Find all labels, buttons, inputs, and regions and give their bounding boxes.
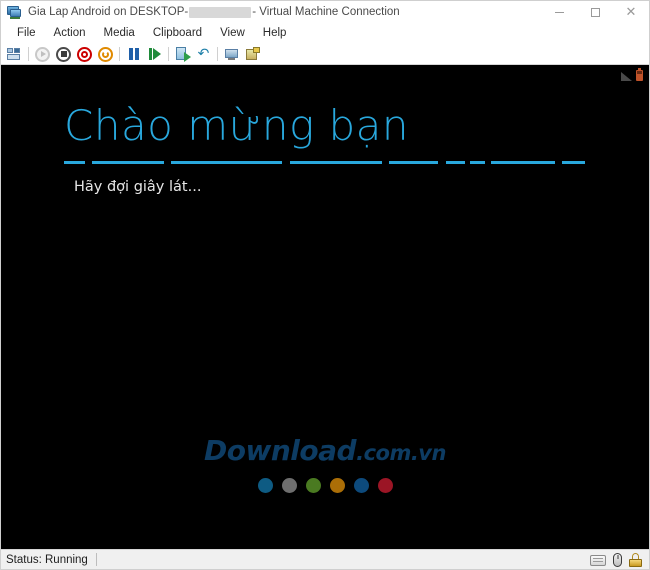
battery-icon bbox=[636, 68, 643, 81]
close-icon: ✕ bbox=[625, 4, 637, 20]
ctrl-alt-delete-button[interactable] bbox=[4, 45, 25, 64]
menu-item-file[interactable]: File bbox=[8, 25, 45, 43]
shutdown-icon bbox=[56, 46, 71, 62]
divider-gap bbox=[282, 161, 290, 164]
divider-segment bbox=[64, 161, 85, 165]
divider-gap bbox=[85, 161, 93, 164]
toolbar-separator bbox=[119, 47, 120, 61]
checkpoint-icon bbox=[175, 47, 191, 62]
dot-amber bbox=[329, 478, 345, 493]
divider-segment bbox=[562, 161, 586, 165]
maximize-button[interactable] bbox=[577, 1, 613, 23]
dot-teal bbox=[257, 478, 273, 493]
checkpoint-button[interactable] bbox=[172, 45, 193, 64]
revert-icon: ↶ bbox=[197, 46, 210, 62]
menu-item-clipboard[interactable]: Clipboard bbox=[144, 25, 211, 43]
status-bar: Status: Running bbox=[1, 549, 649, 569]
status-separator bbox=[95, 553, 97, 566]
lock-icon bbox=[629, 553, 642, 567]
title-bar: Gia Lap Android on DESKTOP- - Virtual Ma… bbox=[1, 1, 649, 23]
android-status-bar bbox=[621, 68, 643, 81]
divider-segment bbox=[92, 161, 164, 165]
welcome-block: Chào mừng bạn Hãy đợi giây lát... bbox=[64, 101, 586, 196]
redacted-computer-name bbox=[189, 6, 252, 18]
window-title-prefix: Gia Lap Android on DESKTOP- bbox=[28, 6, 189, 18]
dot-green bbox=[305, 478, 321, 493]
mouse-icon bbox=[613, 553, 622, 567]
window-title: Gia Lap Android on DESKTOP- - Virtual Ma… bbox=[28, 6, 400, 18]
turn-off-button[interactable] bbox=[74, 45, 95, 64]
divider-gap bbox=[438, 161, 446, 164]
basic-session-button[interactable] bbox=[221, 45, 242, 64]
dot-blue bbox=[353, 478, 369, 493]
keyboard-icon bbox=[590, 554, 606, 566]
menu-item-view[interactable]: View bbox=[211, 25, 254, 43]
start-icon bbox=[35, 46, 50, 62]
resume-icon bbox=[148, 48, 161, 60]
shutdown-button[interactable] bbox=[53, 45, 74, 64]
dot-gray bbox=[281, 478, 297, 493]
reset-icon bbox=[98, 46, 113, 62]
signal-triangle-icon bbox=[621, 72, 632, 81]
divider-segment bbox=[490, 161, 555, 165]
virtual-machine-connection-window: Gia Lap Android on DESKTOP- - Virtual Ma… bbox=[0, 0, 650, 570]
divider-segment bbox=[470, 161, 486, 165]
welcome-subtitle: Hãy đợi giây lát... bbox=[74, 179, 202, 196]
resume-button[interactable] bbox=[144, 45, 165, 64]
dot-red bbox=[377, 478, 393, 493]
enhanced-session-button[interactable] bbox=[242, 45, 263, 64]
window-controls: ✕ bbox=[541, 1, 649, 23]
divider-segment bbox=[171, 161, 283, 165]
welcome-divider bbox=[64, 161, 586, 165]
pause-button[interactable] bbox=[123, 45, 144, 64]
basic-session-icon bbox=[224, 48, 239, 61]
turn-off-icon bbox=[77, 46, 92, 62]
menu-item-action[interactable]: Action bbox=[45, 25, 95, 43]
window-title-suffix: - Virtual Machine Connection bbox=[252, 6, 400, 18]
pause-icon bbox=[128, 48, 139, 60]
toolbar-separator bbox=[28, 47, 29, 61]
divider-segment bbox=[389, 161, 439, 165]
toolbar-separator bbox=[217, 47, 218, 61]
watermark-suffix: .com.vn bbox=[356, 441, 446, 465]
close-button[interactable]: ✕ bbox=[613, 1, 649, 23]
divider-segment bbox=[289, 161, 382, 165]
divider-gap bbox=[555, 161, 563, 164]
start-button[interactable] bbox=[32, 45, 53, 64]
watermark-brand: Download bbox=[204, 434, 357, 467]
divider-gap bbox=[164, 161, 172, 164]
watermark-dots bbox=[257, 478, 393, 493]
watermark: Download.com.vn bbox=[1, 437, 649, 493]
toolbar: ↶ bbox=[1, 44, 649, 65]
minimize-button[interactable] bbox=[541, 1, 577, 23]
status-bar-icons bbox=[590, 550, 642, 570]
virtual-machine-icon bbox=[6, 4, 22, 20]
status-text: Status: Running bbox=[6, 553, 88, 566]
watermark-logo: Download.com.vn bbox=[204, 437, 446, 465]
vm-display[interactable]: Chào mừng bạn Hãy đợi giây lát... Downlo… bbox=[1, 65, 649, 549]
ctrl-alt-delete-icon bbox=[7, 47, 22, 61]
enhanced-session-icon bbox=[245, 47, 260, 61]
menu-item-media[interactable]: Media bbox=[95, 25, 144, 43]
menu-item-help[interactable]: Help bbox=[254, 25, 296, 43]
reset-button[interactable] bbox=[95, 45, 116, 64]
toolbar-separator bbox=[168, 47, 169, 61]
menu-bar: File Action Media Clipboard View Help bbox=[1, 23, 649, 44]
divider-gap bbox=[382, 161, 390, 164]
revert-button[interactable]: ↶ bbox=[193, 45, 214, 64]
divider-segment bbox=[445, 161, 465, 165]
welcome-title: Chào mừng bạn bbox=[64, 101, 410, 150]
